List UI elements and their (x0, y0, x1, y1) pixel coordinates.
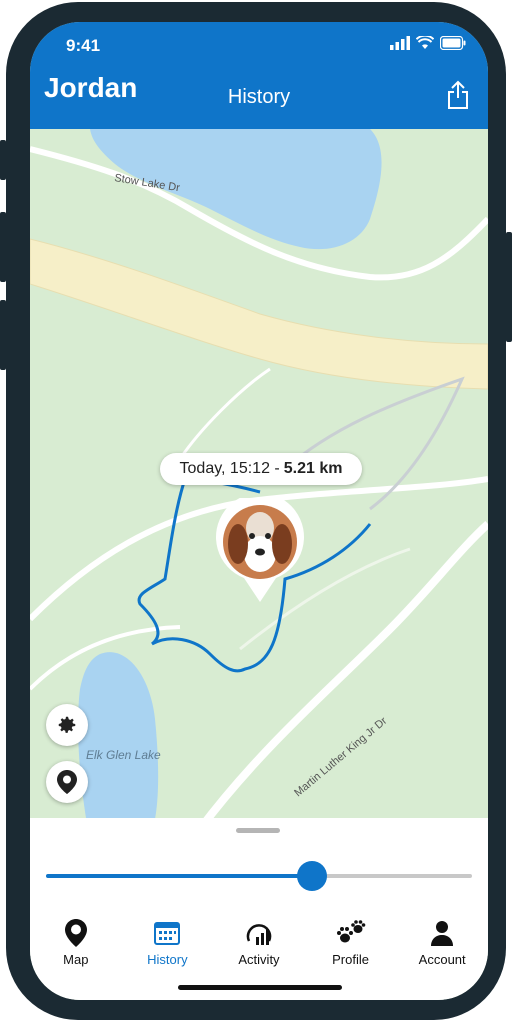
person-icon (431, 921, 454, 946)
screen: Stow Lake Dr Martin Luther King Jr Dr El… (30, 22, 488, 1000)
activity-icon (246, 924, 272, 945)
tab-account[interactable]: Account (396, 918, 488, 978)
app-header: 9:41 Jordan History (30, 22, 488, 129)
bottom-sheet: Map History Activity Profile Account (30, 818, 488, 1000)
tab-label: Account (418, 952, 466, 967)
tab-label: Map (63, 952, 89, 967)
side-button (506, 232, 512, 342)
pet-avatar-marker[interactable] (216, 498, 304, 602)
map-view[interactable]: Stow Lake Dr Martin Luther King Jr Dr El… (30, 129, 488, 841)
side-button (0, 212, 6, 282)
home-indicator (178, 985, 342, 990)
cellular-icon (390, 36, 410, 50)
share-icon[interactable] (446, 80, 470, 110)
location-button[interactable] (46, 761, 88, 803)
pill-time: Today, 15:12 - (179, 460, 280, 477)
calendar-icon (154, 922, 181, 945)
tab-profile[interactable]: Profile (305, 918, 397, 978)
side-button (0, 300, 6, 370)
tab-history[interactable]: History (122, 918, 214, 978)
tab-label: Profile (332, 952, 369, 967)
time-distance-pill[interactable]: Today, 15:12 - 5.21 km (160, 453, 362, 485)
side-button (0, 140, 6, 180)
tab-map[interactable]: Map (30, 918, 122, 978)
map-pin-icon (64, 919, 87, 947)
tab-label: Activity (238, 952, 280, 967)
settings-button[interactable] (46, 704, 88, 746)
tab-label: History (147, 952, 188, 967)
paw-icon (336, 920, 365, 943)
status-icons (390, 36, 466, 50)
map-pin-icon (57, 770, 77, 794)
gear-icon (58, 716, 76, 733)
battery-icon (440, 36, 466, 50)
time-slider-thumb[interactable] (297, 861, 327, 891)
pill-distance: 5.21 km (283, 460, 343, 477)
page-title: History (227, 86, 291, 108)
slider-track-filled[interactable] (46, 874, 312, 878)
wifi-icon (416, 36, 434, 49)
tab-activity[interactable]: Activity (213, 918, 305, 978)
slider-track-empty[interactable] (312, 874, 472, 878)
tab-bar: Map History Activity Profile Account (30, 918, 488, 978)
sheet-grabber[interactable] (236, 828, 280, 833)
map-canvas: Stow Lake Dr Martin Luther King Jr Dr El… (30, 129, 488, 841)
lake-label-elk-glen: Elk Glen Lake (86, 748, 161, 762)
status-time: 9:41 (66, 36, 101, 55)
